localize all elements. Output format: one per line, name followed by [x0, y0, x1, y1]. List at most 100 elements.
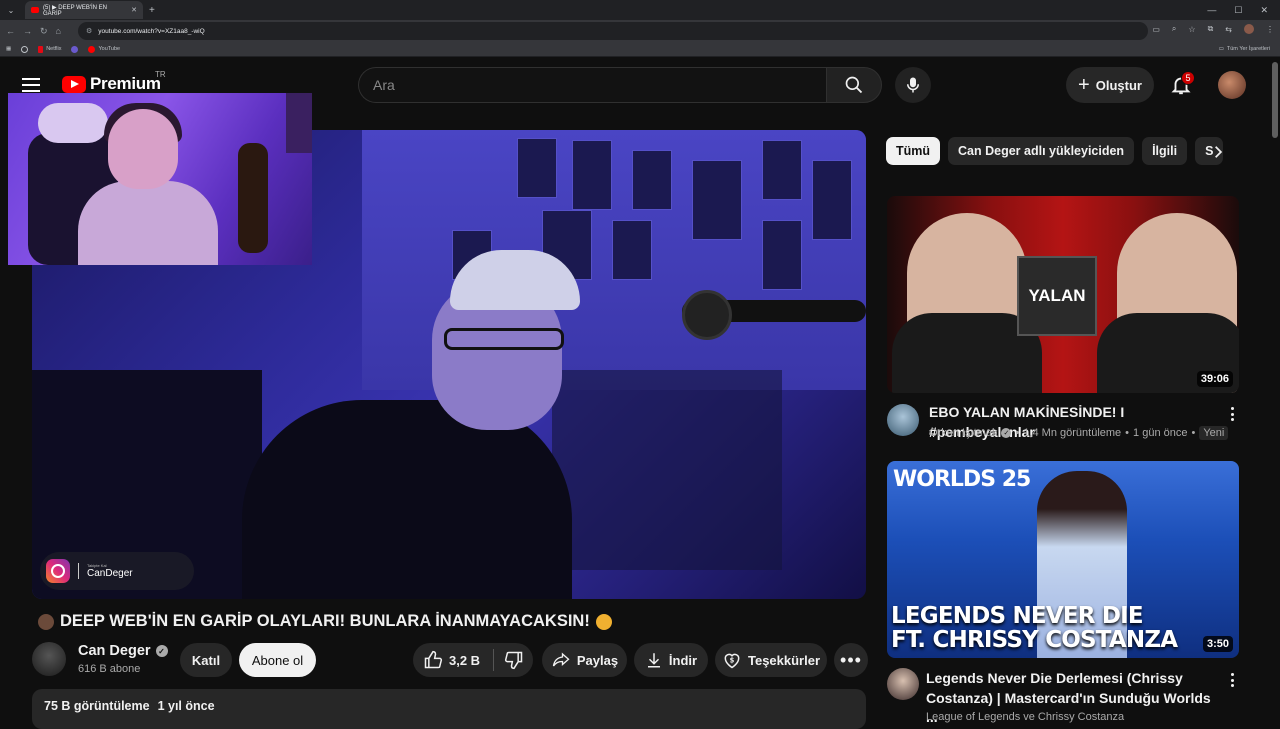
- bookmark-youtube[interactable]: YouTube: [88, 45, 121, 53]
- recommendation-channel[interactable]: Orkun Işıtmak: [929, 427, 997, 439]
- address-bar[interactable]: ⚙ youtube.com/watch?v=XZ1aa8_-wiQ: [78, 22, 1148, 40]
- recommendation-channel[interactable]: League of Legends ve Chrissy Costanza: [926, 711, 1124, 723]
- meta-separator: •: [1191, 427, 1196, 439]
- chip-related[interactable]: İlgili: [1142, 137, 1188, 165]
- tab-search-button[interactable]: ⌄: [3, 2, 19, 18]
- recommendation-age: 1 gün önce: [1133, 427, 1188, 439]
- window-controls: — ☐ ✕: [1207, 5, 1280, 16]
- voice-search-button[interactable]: [895, 67, 931, 103]
- recommendation-menu-button[interactable]: [1224, 404, 1240, 424]
- subscribe-button[interactable]: Abone ol: [239, 643, 316, 677]
- video-frame-poster: [762, 220, 802, 290]
- like-button[interactable]: 3,2 B: [413, 650, 493, 670]
- youtube-icon: [88, 45, 96, 53]
- new-tab-button[interactable]: +: [149, 5, 155, 16]
- instagram-overlay: Takipte Kal CanDeger: [40, 552, 194, 590]
- channel-name[interactable]: Can Deger ✓: [78, 643, 168, 659]
- zoom-icon[interactable]: ⌕: [1172, 24, 1176, 34]
- verified-icon: ✓: [1001, 428, 1012, 438]
- maximize-icon[interactable]: ☐: [1234, 5, 1242, 16]
- worlds-logo: WORLDS 25: [893, 467, 1031, 492]
- forward-icon[interactable]: →: [23, 26, 32, 36]
- svg-text:$: $: [730, 657, 735, 665]
- exploding-head-emoji-icon: [595, 613, 612, 630]
- video-frame-shelf: [552, 370, 782, 570]
- video-duration: 3:50: [1202, 636, 1233, 652]
- chevron-right-icon: [1215, 146, 1223, 158]
- recommendation-thumbnail[interactable]: WORLDS 25 LEGENDS NEVER DIE FT. CHRISSY …: [887, 461, 1239, 658]
- chips-next-button[interactable]: [1204, 138, 1232, 166]
- download-icon: [647, 653, 660, 668]
- meta-separator: •: [1125, 427, 1130, 439]
- description-box[interactable]: 75 B görüntüleme 1 yıl önce: [32, 689, 866, 729]
- page-scrollbar[interactable]: [1272, 62, 1278, 138]
- translate-icon[interactable]: ⇆: [1225, 25, 1232, 34]
- browser-menu-icon[interactable]: ⋮: [1266, 25, 1274, 34]
- webcam-person-head: [108, 109, 178, 189]
- youtube-play-icon: [62, 75, 86, 93]
- channel-avatar[interactable]: [887, 668, 919, 700]
- bookmark-netflix[interactable]: Netflix: [38, 45, 61, 53]
- cast-icon[interactable]: ▭: [1152, 25, 1160, 34]
- join-button[interactable]: Katıl: [180, 643, 232, 677]
- reload-icon[interactable]: ↻: [40, 26, 48, 37]
- channel-avatar[interactable]: [32, 642, 66, 676]
- country-code: TR: [155, 70, 166, 79]
- address-text: youtube.com/watch?v=XZ1aa8_-wiQ: [98, 27, 205, 35]
- chrome-web-icon[interactable]: [21, 45, 29, 53]
- download-button[interactable]: İndir: [634, 643, 708, 677]
- view-count: 75 B görüntüleme: [44, 699, 150, 713]
- menu-icon[interactable]: [22, 78, 40, 92]
- window-close-icon[interactable]: ✕: [1260, 5, 1268, 16]
- video-frame-mic: [682, 290, 732, 340]
- webcam-shelf: [286, 93, 312, 153]
- search-box[interactable]: [358, 67, 826, 103]
- apps-grid-icon[interactable]: ▦: [6, 46, 11, 52]
- search-icon: [845, 76, 863, 94]
- recommendation-meta: League of Legends ve Chrissy Costanza: [926, 711, 1124, 723]
- toolbar-actions: ▭ ⌕ ☆ ⧉ ⇆ ⋮: [1152, 24, 1274, 34]
- share-button[interactable]: Paylaş: [542, 643, 627, 677]
- logo-text: Premium: [90, 74, 161, 93]
- all-bookmarks[interactable]: ▭ Tüm Yer İşaretleri: [1219, 46, 1280, 52]
- dislike-button[interactable]: [494, 650, 533, 670]
- home-icon[interactable]: ⌂: [56, 26, 61, 36]
- extension-icon[interactable]: [71, 45, 79, 53]
- bookmark-label: YouTube: [98, 46, 121, 52]
- video-title: DEEP WEB'İN EN GARİP OLAYLARI! BUNLARA İ…: [38, 612, 868, 631]
- minimize-icon[interactable]: —: [1207, 5, 1216, 16]
- recommendation-meta: Orkun Işıtmak ✓ • 1,4 Mn görüntüleme • 1…: [929, 426, 1229, 440]
- browser-tab[interactable]: (5) ▶ DEEP WEB'İN EN GARİP ✕: [25, 1, 143, 19]
- video-frame-poster: [632, 150, 672, 210]
- more-actions-button[interactable]: •••: [834, 643, 868, 677]
- detective-emoji-icon: [38, 613, 54, 630]
- back-icon[interactable]: ←: [6, 26, 15, 36]
- notifications-button[interactable]: 5: [1168, 71, 1195, 98]
- site-info-icon[interactable]: ⚙: [86, 27, 92, 35]
- video-frame-glasses: [444, 328, 564, 350]
- chip-from-uploader[interactable]: Can Deger adlı yükleyiciden: [948, 137, 1135, 165]
- profile-avatar[interactable]: [1244, 24, 1254, 34]
- youtube-premium-logo[interactable]: Premium TR: [62, 70, 166, 94]
- bookmark-star-icon[interactable]: ☆: [1188, 25, 1195, 34]
- tab-title: (5) ▶ DEEP WEB'İN EN GARİP: [43, 4, 107, 17]
- search-button[interactable]: [826, 67, 882, 103]
- all-bookmarks-label: Tüm Yer İşaretleri: [1226, 46, 1270, 52]
- account-avatar[interactable]: [1218, 71, 1246, 99]
- tab-close-icon[interactable]: ✕: [131, 6, 137, 14]
- channel-avatar[interactable]: [887, 404, 919, 436]
- search-input[interactable]: [373, 77, 826, 93]
- share-icon: [552, 652, 570, 667]
- recommendation-thumbnail[interactable]: YALAN 39:06: [887, 196, 1239, 393]
- plus-icon: +: [1078, 73, 1090, 96]
- recommendation-menu-button[interactable]: [1224, 670, 1240, 690]
- create-button[interactable]: + Oluştur: [1066, 67, 1154, 103]
- netflix-icon: [38, 45, 44, 53]
- notification-badge: 5: [1181, 71, 1195, 85]
- extensions-icon[interactable]: ⧉: [1208, 24, 1214, 34]
- streamer-webcam: [8, 93, 312, 265]
- microphone-icon: [907, 77, 919, 93]
- chip-all[interactable]: Tümü: [886, 137, 941, 165]
- thanks-button[interactable]: $ Teşekkürler: [715, 643, 827, 677]
- video-title-text: DEEP WEB'İN EN GARİP OLAYLARI! BUNLARA İ…: [60, 612, 590, 630]
